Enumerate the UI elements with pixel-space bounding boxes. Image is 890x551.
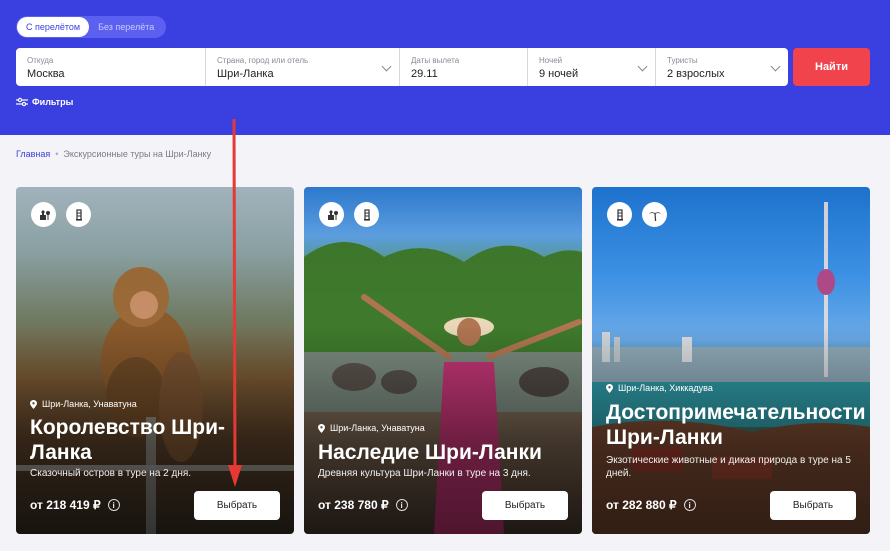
tourists-value[interactable]: 2 взрослых (667, 67, 778, 81)
breadcrumb: Главная • Экскурсионные туры на Шри-Ланк… (16, 149, 211, 159)
card-location: Шри-Ланка, Унаватуна (30, 399, 137, 409)
from-label: Откуда (27, 56, 54, 65)
select-button[interactable]: Выбрать (770, 491, 856, 520)
destination-field[interactable]: Страна, город или отель Шри-Ланка (206, 48, 400, 86)
card-location: Шри-Ланка, Унаватуна (318, 423, 425, 433)
palm-icon (642, 202, 667, 227)
nights-field[interactable]: Ночей 9 ночей (528, 48, 656, 86)
tourists-label: Туристы (667, 56, 698, 65)
tower-icon (66, 202, 91, 227)
breadcrumb-separator: • (55, 149, 59, 159)
card-location-text: Шри-Ланка, Хиккадува (618, 383, 713, 393)
info-icon[interactable]: i (107, 499, 120, 511)
card-description: Древняя культура Шри-Ланки в туре на 3 д… (318, 468, 531, 479)
filters-label: Фильтры (32, 97, 74, 107)
card-location-text: Шри-Ланка, Унаватуна (330, 423, 425, 433)
filters-link[interactable]: Фильтры (16, 97, 73, 107)
toggle-with-flight[interactable]: С перелётом (17, 17, 90, 37)
card-location-text: Шри-Ланка, Унаватуна (42, 399, 137, 409)
price-value: от 218 419 ₽ (30, 498, 101, 512)
tour-card[interactable]: Шри-Ланка, Унаватуна Королевство Шри-Лан… (16, 187, 294, 534)
info-icon[interactable]: i (683, 499, 696, 511)
card-overlay (16, 187, 294, 534)
card-description: Экзотические животные и дикая природа в … (606, 455, 851, 479)
dates-field[interactable]: Даты вылета 29.11 (400, 48, 528, 86)
breadcrumb-home[interactable]: Главная (16, 149, 50, 159)
price-value: от 282 880 ₽ (606, 498, 677, 512)
toggle-without-flight[interactable]: Без перелёта (89, 17, 163, 37)
destination-label: Страна, город или отель (217, 56, 309, 65)
destination-value[interactable]: Шри-Ланка (217, 67, 389, 81)
select-button[interactable]: Выбрать (194, 491, 280, 520)
card-price: от 282 880 ₽ i (606, 498, 696, 512)
dates-value[interactable]: 29.11 (411, 67, 517, 81)
filters-icon (16, 97, 28, 107)
search-header: С перелётом Без перелёта Откуда Москва С… (0, 0, 890, 135)
monument-tree-icon (319, 202, 344, 227)
from-value[interactable]: Москва (27, 67, 195, 81)
card-title[interactable]: Достопримечательности Шри-Ланки (606, 400, 866, 450)
select-button[interactable]: Выбрать (482, 491, 568, 520)
search-form: Откуда Москва Страна, город или отель Шр… (16, 48, 788, 86)
monument-tree-icon (31, 202, 56, 227)
price-value: от 238 780 ₽ (318, 498, 389, 512)
from-field[interactable]: Откуда Москва (16, 48, 206, 86)
flight-toggle[interactable]: С перелётом Без перелёта (16, 16, 166, 38)
card-location: Шри-Ланка, Хиккадува (606, 383, 713, 393)
card-price: от 238 780 ₽ i (318, 498, 408, 512)
location-pin-icon (606, 383, 613, 393)
card-title[interactable]: Наследие Шри-Ланки (318, 440, 573, 465)
find-button[interactable]: Найти (793, 48, 870, 86)
tour-card[interactable]: Шри-Ланка, Хиккадува Достопримечательнос… (592, 187, 870, 534)
tower-icon (354, 202, 379, 227)
annotation-arrow (228, 118, 242, 487)
card-overlay (304, 187, 582, 534)
location-pin-icon (30, 399, 37, 409)
card-price: от 218 419 ₽ i (30, 498, 120, 512)
tourists-field[interactable]: Туристы 2 взрослых (656, 48, 788, 86)
dates-label: Даты вылета (411, 56, 460, 65)
tour-card[interactable]: Шри-Ланка, Унаватуна Наследие Шри-Ланки … (304, 187, 582, 534)
breadcrumb-current: Экскурсионные туры на Шри-Ланку (63, 149, 212, 159)
tower-icon (607, 202, 632, 227)
info-icon[interactable]: i (395, 499, 408, 511)
card-overlay (592, 187, 870, 534)
location-pin-icon (318, 423, 325, 433)
nights-value[interactable]: 9 ночей (539, 67, 645, 81)
nights-label: Ночей (539, 56, 563, 65)
